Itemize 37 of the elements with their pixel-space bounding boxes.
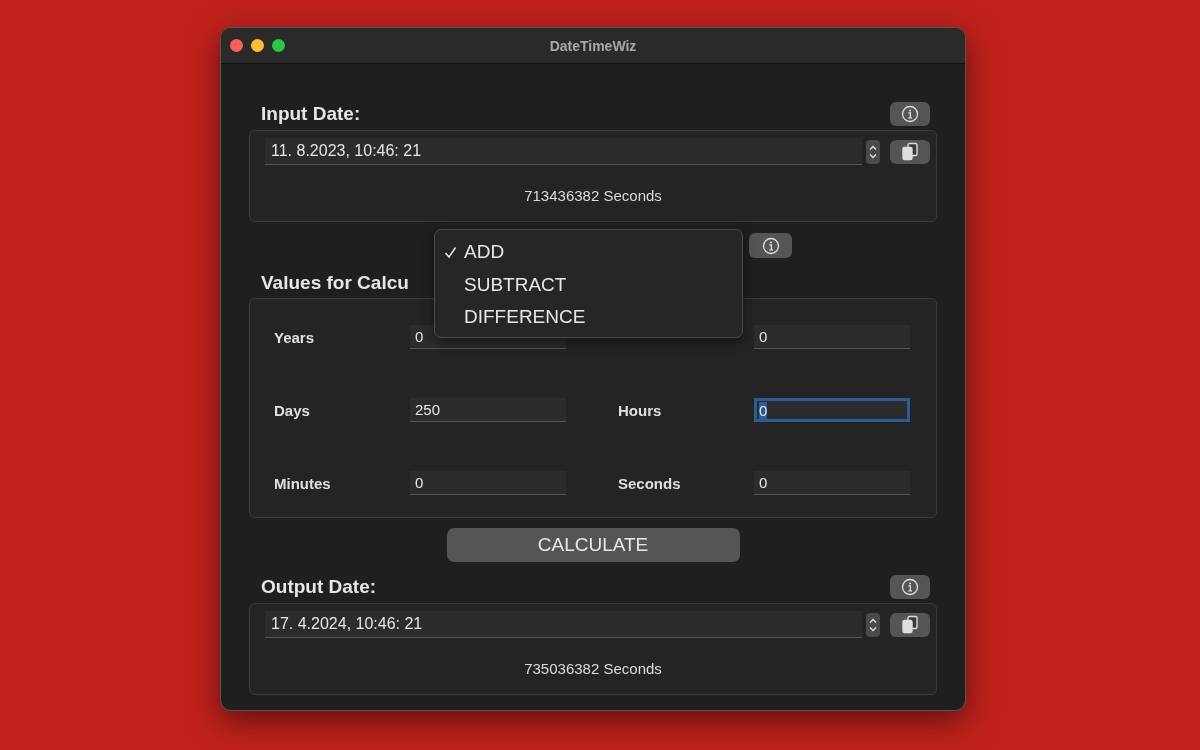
section-heading: Values for Calcu	[261, 271, 409, 295]
number-field[interactable]: 0	[410, 471, 566, 495]
field-label: Years	[274, 328, 316, 346]
info-button[interactable]	[890, 102, 930, 126]
window-title: DateTimeWiz	[549, 37, 637, 54]
copy-button[interactable]	[890, 612, 930, 637]
menu-item[interactable]: SUBTRACT	[444, 268, 742, 301]
zoom-button[interactable]	[272, 39, 285, 52]
copy-button[interactable]	[890, 139, 930, 164]
menu-item[interactable]: ADD	[444, 236, 742, 269]
date-field[interactable]: 11. 8.2023, 10:46: 21	[265, 138, 862, 165]
seconds-label: 735036382 Seconds	[524, 660, 662, 677]
info-button[interactable]	[749, 233, 792, 258]
number-field[interactable]: 0	[754, 471, 910, 495]
minimize-button[interactable]	[251, 39, 264, 52]
info-button[interactable]	[890, 575, 930, 599]
field-label: Minutes	[274, 474, 332, 492]
copy-icon	[901, 141, 919, 162]
close-button[interactable]	[230, 39, 243, 52]
stepper-icon[interactable]	[866, 139, 880, 164]
info-icon	[761, 236, 780, 255]
copy-icon	[901, 614, 919, 635]
info-icon	[901, 105, 919, 123]
info-icon	[901, 578, 919, 596]
section-heading: Input Date:	[261, 103, 361, 125]
field-label: Days	[274, 401, 311, 419]
seconds-label: 713436382 Seconds	[524, 187, 662, 204]
section-heading: Output Date:	[261, 576, 377, 598]
number-field[interactable]: 250	[410, 398, 566, 422]
field-label: Seconds	[618, 474, 682, 492]
menu-item[interactable]: DIFFERENCE	[444, 301, 742, 334]
field-label: Hours	[618, 401, 663, 419]
date-field[interactable]: 17. 4.2024, 10:46: 21	[265, 611, 862, 638]
number-field[interactable]: 0	[754, 325, 910, 349]
number-field[interactable]: 0	[754, 398, 910, 422]
stepper-icon[interactable]	[866, 612, 880, 637]
calculate-button[interactable]: CALCULATE	[446, 528, 740, 562]
